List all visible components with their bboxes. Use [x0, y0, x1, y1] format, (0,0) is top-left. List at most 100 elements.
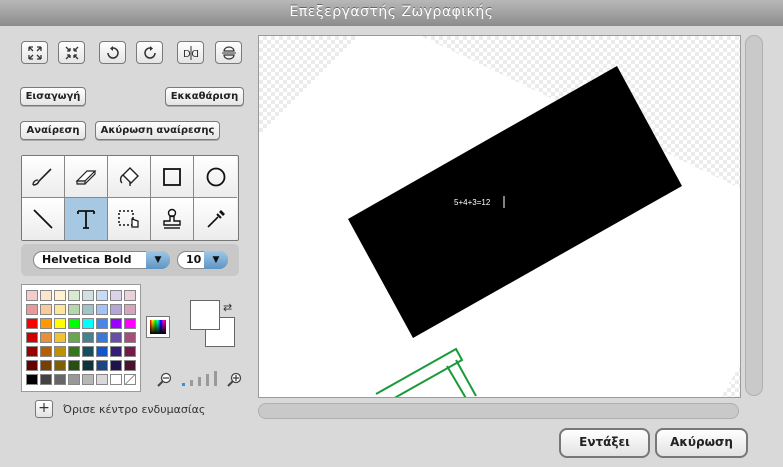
color-picker-button[interactable]: [146, 316, 170, 338]
color-swatch[interactable]: [96, 360, 108, 371]
color-swatch[interactable]: [82, 346, 94, 357]
rectangle-tool[interactable]: [151, 156, 194, 198]
color-swatch[interactable]: [82, 290, 94, 301]
text-tool[interactable]: [65, 198, 108, 240]
color-swatch[interactable]: [26, 318, 38, 329]
color-swatch[interactable]: [54, 290, 66, 301]
color-swatch[interactable]: [96, 318, 108, 329]
zoom-bar[interactable]: [198, 377, 201, 386]
horizontal-scrollbar[interactable]: [258, 403, 739, 419]
color-swatch[interactable]: [96, 290, 108, 301]
flip-vertical-button[interactable]: [215, 41, 242, 64]
font-size-select[interactable]: 10 ▼: [177, 251, 228, 269]
font-family-select[interactable]: Helvetica Bold ▼: [33, 251, 170, 269]
color-swatch[interactable]: [40, 346, 52, 357]
paint-canvas[interactable]: 5+4+3=12: [258, 35, 741, 398]
color-swatch[interactable]: [68, 332, 80, 343]
color-swatch[interactable]: [82, 332, 94, 343]
fill-tool[interactable]: [108, 156, 151, 198]
color-swatch[interactable]: [68, 304, 80, 315]
rotate-cw-icon: [143, 45, 156, 59]
eraser-tool[interactable]: [65, 156, 108, 198]
color-swatch[interactable]: [96, 374, 108, 385]
color-swatch[interactable]: [40, 304, 52, 315]
color-swatch[interactable]: [54, 304, 66, 315]
zoom-bar[interactable]: [206, 374, 209, 386]
color-swatch[interactable]: [96, 304, 108, 315]
ellipse-tool[interactable]: [194, 156, 237, 198]
color-swatch[interactable]: [110, 290, 122, 301]
color-swatch[interactable]: [68, 290, 80, 301]
color-swatch[interactable]: [26, 346, 38, 357]
grow-button[interactable]: [21, 41, 48, 64]
color-swatch[interactable]: [26, 332, 38, 343]
zoom-bar[interactable]: [190, 380, 193, 386]
color-swatch[interactable]: [96, 332, 108, 343]
zoom-bar[interactable]: [182, 383, 185, 386]
color-swatch[interactable]: [40, 318, 52, 329]
color-swatch[interactable]: [68, 318, 80, 329]
color-swatch[interactable]: [124, 360, 136, 371]
color-swatch[interactable]: [54, 360, 66, 371]
color-swatch[interactable]: [26, 374, 38, 385]
color-swatch[interactable]: [110, 346, 122, 357]
color-swatch[interactable]: [82, 304, 94, 315]
color-swatch[interactable]: [68, 374, 80, 385]
color-swatch[interactable]: [110, 332, 122, 343]
color-swatch[interactable]: [68, 346, 80, 357]
color-swatch[interactable]: [54, 332, 66, 343]
tool-palette: [21, 155, 239, 241]
color-swatch[interactable]: [124, 304, 136, 315]
color-swatch[interactable]: [110, 360, 122, 371]
clear-button[interactable]: Εκκαθάριση: [165, 87, 244, 106]
color-swatch[interactable]: [40, 374, 52, 385]
set-costume-center-button[interactable]: +: [35, 400, 53, 418]
undo-button[interactable]: Αναίρεση: [20, 121, 86, 140]
color-swatch[interactable]: [110, 318, 122, 329]
shrink-button[interactable]: [58, 41, 85, 64]
color-swatch[interactable]: [26, 360, 38, 371]
line-tool[interactable]: [22, 198, 65, 240]
eyedropper-tool[interactable]: [194, 198, 237, 240]
color-swatch[interactable]: [54, 318, 66, 329]
import-button[interactable]: Εισαγωγή: [20, 87, 86, 106]
zoom-bar[interactable]: [214, 371, 217, 386]
vertical-scrollbar[interactable]: [745, 35, 763, 396]
color-swatch[interactable]: [82, 360, 94, 371]
color-swatch[interactable]: [68, 360, 80, 371]
rotate-ccw-button[interactable]: [99, 41, 126, 64]
color-swatch[interactable]: [124, 374, 136, 385]
color-palette: [21, 284, 141, 392]
eraser-icon: [75, 169, 97, 185]
color-swatch[interactable]: [110, 304, 122, 315]
paintbrush-tool[interactable]: [22, 156, 65, 198]
select-tool[interactable]: [108, 198, 151, 240]
grow-icon: [27, 45, 42, 60]
zoom-level: [178, 370, 226, 388]
redo-button[interactable]: Ακύρωση αναίρεσης: [95, 121, 220, 140]
rotate-cw-button[interactable]: [136, 41, 163, 64]
zoom-out-icon[interactable]: [156, 372, 174, 388]
color-swatch[interactable]: [26, 290, 38, 301]
color-swatch[interactable]: [124, 332, 136, 343]
color-swatch[interactable]: [54, 346, 66, 357]
color-swatch[interactable]: [40, 360, 52, 371]
color-swatch[interactable]: [26, 304, 38, 315]
zoom-in-icon[interactable]: [226, 372, 244, 388]
color-swatch[interactable]: [40, 290, 52, 301]
color-swatch[interactable]: [96, 346, 108, 357]
color-swatch[interactable]: [124, 290, 136, 301]
cancel-button[interactable]: Ακύρωση: [655, 428, 748, 458]
color-swatch[interactable]: [124, 346, 136, 357]
color-swatch[interactable]: [40, 332, 52, 343]
swap-colors-icon[interactable]: ⇄: [223, 301, 232, 314]
ok-button[interactable]: Εντάξει: [559, 428, 650, 458]
color-swatch[interactable]: [82, 374, 94, 385]
color-swatch[interactable]: [124, 318, 136, 329]
color-swatch[interactable]: [110, 374, 122, 385]
foreground-color-swatch[interactable]: [190, 300, 220, 330]
color-swatch[interactable]: [54, 374, 66, 385]
flip-horizontal-button[interactable]: DD: [177, 41, 204, 64]
color-swatch[interactable]: [82, 318, 94, 329]
stamp-tool[interactable]: [151, 198, 194, 240]
